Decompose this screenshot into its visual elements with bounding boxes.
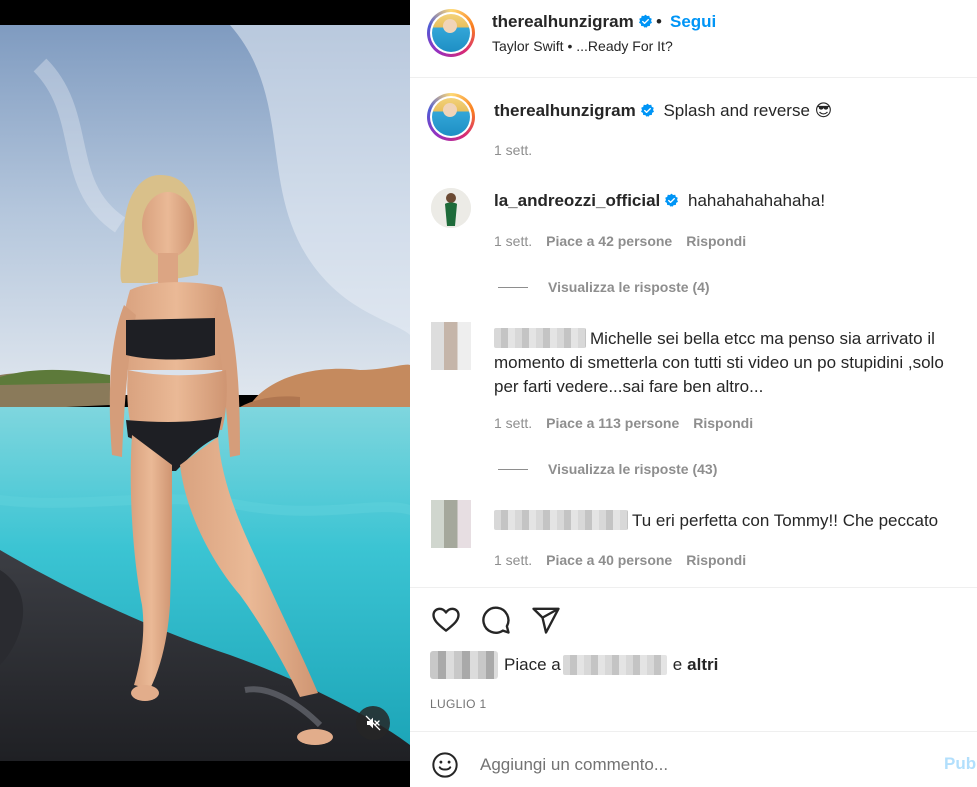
comment-time[interactable]: 1 sett.: [494, 415, 532, 431]
caption-text: Splash and reverse 😎: [663, 101, 833, 120]
verified-badge-icon: [665, 193, 679, 207]
view-replies-label: Visualizza le risposte (4): [548, 279, 710, 295]
heart-icon: [432, 607, 460, 632]
comment-text-line1: Michelle sei bella etcc ma penso sia arr…: [590, 329, 935, 348]
reply-button[interactable]: Rispondi: [693, 415, 753, 431]
redacted-username[interactable]: [494, 510, 628, 530]
publish-button[interactable]: Pub: [944, 754, 976, 774]
speaker-muted-icon: [365, 715, 381, 731]
comment-text: Tu eri perfetta con Tommy!! Che peccato: [632, 511, 939, 530]
comment-likes[interactable]: Piace a 113 persone: [546, 415, 679, 431]
reply-button[interactable]: Rispondi: [686, 233, 746, 249]
likes-others-link[interactable]: altri: [687, 655, 718, 675]
likes-suffix: e: [672, 655, 683, 674]
post-details-panel: therealhunzigram • Segui Taylor Swift • …: [410, 0, 977, 787]
view-replies-label: Visualizza le risposte (43): [548, 461, 718, 477]
comment-text: hahahahahahaha!: [688, 191, 826, 210]
replies-line: [498, 468, 528, 470]
comment-likes[interactable]: Piace a 42 persone: [546, 233, 672, 249]
comment-meta: 1 sett. Piace a 40 persone Rispondi: [494, 552, 760, 568]
share-button[interactable]: [530, 604, 562, 636]
comment-1: la_andreozzi_official hahahahahahaha!: [494, 189, 825, 213]
header-separator: •: [656, 12, 662, 31]
author-avatar[interactable]: [427, 9, 475, 57]
comment-time[interactable]: 1 sett.: [494, 552, 532, 568]
mute-toggle-button[interactable]: [356, 706, 390, 740]
view-replies-button[interactable]: Visualizza le risposte (4): [498, 279, 710, 295]
comment-text-line3: per farti vedere...sai fare ben altro...: [494, 377, 764, 396]
post-actions: [430, 604, 562, 636]
comment-meta: 1 sett. Piace a 113 persone Rispondi: [494, 415, 767, 431]
post-date[interactable]: LUGLIO 1: [430, 697, 486, 711]
verified-badge-icon: [640, 103, 654, 117]
verified-badge-icon: [638, 14, 652, 28]
smiley-icon: [432, 752, 458, 778]
redacted-username[interactable]: [494, 328, 586, 348]
comment-2: Michelle sei bella etcc ma penso sia arr…: [494, 327, 974, 399]
caption-username[interactable]: therealhunzigram: [494, 101, 636, 120]
follow-button[interactable]: Segui: [670, 12, 716, 32]
caption-meta: 1 sett.: [494, 142, 546, 158]
caption-time[interactable]: 1 sett.: [494, 142, 532, 158]
comment-avatar[interactable]: [431, 188, 471, 228]
comment-likes[interactable]: Piace a 40 persone: [546, 552, 672, 568]
comment-avatar-blurred[interactable]: [431, 500, 471, 548]
like-button[interactable]: [430, 604, 462, 636]
comment-time[interactable]: 1 sett.: [494, 233, 532, 249]
caption-author-avatar[interactable]: [427, 93, 475, 141]
comment-button[interactable]: [480, 604, 512, 636]
media-letterbox-bottom: [0, 761, 410, 787]
replies-line: [498, 286, 528, 288]
avatar-figure: [431, 188, 471, 228]
comments-divider: [410, 587, 977, 588]
comment-icon: [482, 606, 510, 634]
likes-summary: Piace a e altri: [430, 651, 718, 679]
view-replies-button[interactable]: Visualizza le risposte (43): [498, 461, 717, 477]
redacted-liker-name[interactable]: [562, 655, 667, 675]
header-divider: [410, 77, 977, 78]
comment-username[interactable]: la_andreozzi_official: [494, 191, 660, 210]
reply-button[interactable]: Rispondi: [686, 552, 746, 568]
post-media[interactable]: [0, 0, 410, 787]
caption: therealhunzigram Splash and reverse 😎: [494, 99, 832, 123]
liker-avatars-blurred[interactable]: [430, 651, 498, 679]
post-video-frame[interactable]: [0, 25, 410, 761]
media-letterbox-top: [0, 0, 410, 25]
add-comment-bar: Pub: [410, 731, 977, 787]
comment-input[interactable]: [480, 751, 920, 779]
paper-plane-icon: [532, 607, 560, 634]
comment-meta: 1 sett. Piace a 42 persone Rispondi: [494, 233, 760, 249]
comment-text-line2: momento di smetterla con tutti sti video…: [494, 353, 944, 372]
audio-track-link[interactable]: Taylor Swift • ...Ready For It?: [492, 38, 673, 54]
emoji-button[interactable]: [430, 750, 460, 780]
likes-prefix: Piace a: [504, 655, 561, 674]
author-username-header[interactable]: therealhunzigram: [492, 12, 653, 32]
comment-3: Tu eri perfetta con Tommy!! Che peccato: [494, 509, 938, 533]
comment-avatar-blurred[interactable]: [431, 322, 471, 370]
